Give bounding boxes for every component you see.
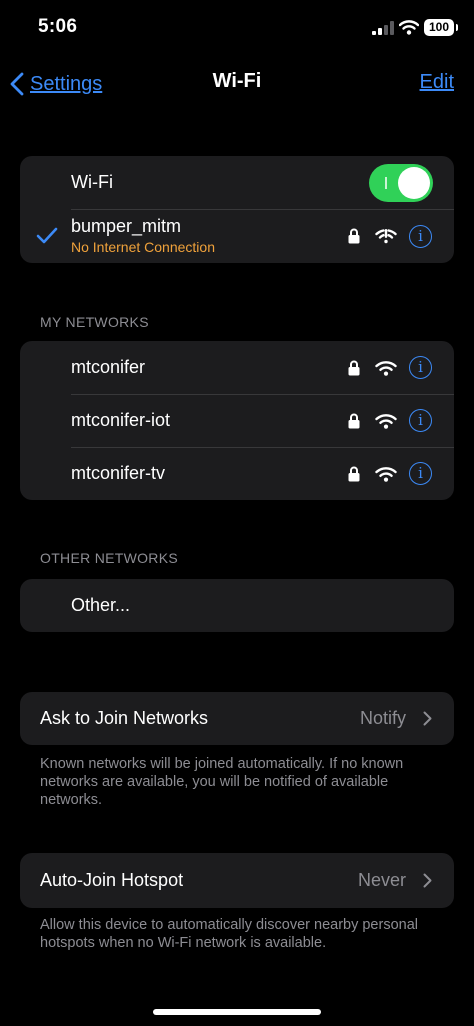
other-network-label: Other...	[71, 595, 131, 615]
other-network-row[interactable]: Other...	[20, 579, 454, 632]
chevron-right-icon	[423, 873, 432, 888]
ask-to-join-value: Notify	[359, 708, 406, 728]
status-wifi-icon	[399, 20, 419, 35]
status-time: 5:06	[38, 16, 78, 37]
chevron-right-icon	[423, 711, 432, 726]
current-network-status: No Internet Connection	[71, 239, 215, 255]
ask-to-join-label: Ask to Join Networks	[40, 708, 209, 728]
wifi-toggle[interactable]	[369, 163, 433, 202]
ask-to-join-group: Ask to Join Networks Notify	[20, 692, 454, 745]
my-networks-header: MY NETWORKS	[40, 314, 149, 330]
toggle-knob	[398, 166, 430, 199]
wifi-icon	[375, 360, 397, 376]
my-networks-group: mtconifer i mtconifer-iot i mtconifer-tv	[20, 341, 454, 500]
battery-indicator: 100	[424, 19, 458, 36]
wifi-toggle-row: Wi-Fi	[20, 156, 454, 209]
current-network-row[interactable]: bumper_mitm No Internet Connection i	[20, 209, 454, 263]
list-item[interactable]: mtconifer-tv i	[20, 447, 454, 500]
divider	[71, 447, 454, 448]
auto-join-hotspot-group: Auto-Join Hotspot Never	[20, 853, 454, 908]
network-name: mtconifer	[71, 357, 146, 377]
auto-join-hotspot-label: Auto-Join Hotspot	[40, 870, 184, 890]
auto-join-hotspot-value: Never	[357, 870, 406, 890]
toggle-on-mark	[385, 176, 387, 189]
other-networks-group: Other...	[20, 579, 454, 632]
ask-to-join-footer: Known networks will be joined automatica…	[40, 756, 404, 808]
wifi-exclamation-icon	[375, 229, 397, 244]
page-title: Wi-Fi	[212, 70, 262, 92]
wifi-icon	[375, 413, 397, 429]
divider	[71, 209, 454, 210]
cellular-signal-icon	[372, 21, 394, 35]
auto-join-hotspot-footer: Allow this device to automatically disco…	[40, 917, 418, 951]
list-item[interactable]: mtconifer i	[20, 341, 454, 394]
other-networks-header: OTHER NETWORKS	[40, 550, 178, 566]
info-icon[interactable]: i	[409, 462, 432, 485]
network-name: mtconifer-tv	[71, 463, 166, 483]
current-network-name: bumper_mitm	[71, 216, 182, 236]
ask-to-join-row[interactable]: Ask to Join Networks Notify	[20, 692, 454, 745]
edit-button[interactable]: Edit	[420, 71, 454, 94]
wifi-group: Wi-Fi bumper_mitm No Internet Connection…	[20, 156, 454, 263]
checkmark-icon	[36, 227, 58, 244]
divider	[71, 394, 454, 395]
info-icon[interactable]: i	[409, 224, 432, 248]
lock-icon	[348, 228, 360, 244]
lock-icon	[348, 360, 360, 375]
info-icon[interactable]: i	[409, 409, 432, 432]
wifi-label: Wi-Fi	[71, 172, 113, 192]
info-icon[interactable]: i	[409, 356, 432, 379]
network-name: mtconifer-iot	[71, 410, 171, 430]
home-indicator[interactable]	[153, 1009, 321, 1015]
wifi-icon	[375, 466, 397, 482]
lock-icon	[348, 413, 360, 428]
list-item[interactable]: mtconifer-iot i	[20, 394, 454, 447]
lock-icon	[348, 466, 360, 481]
auto-join-hotspot-row[interactable]: Auto-Join Hotspot Never	[20, 853, 454, 908]
